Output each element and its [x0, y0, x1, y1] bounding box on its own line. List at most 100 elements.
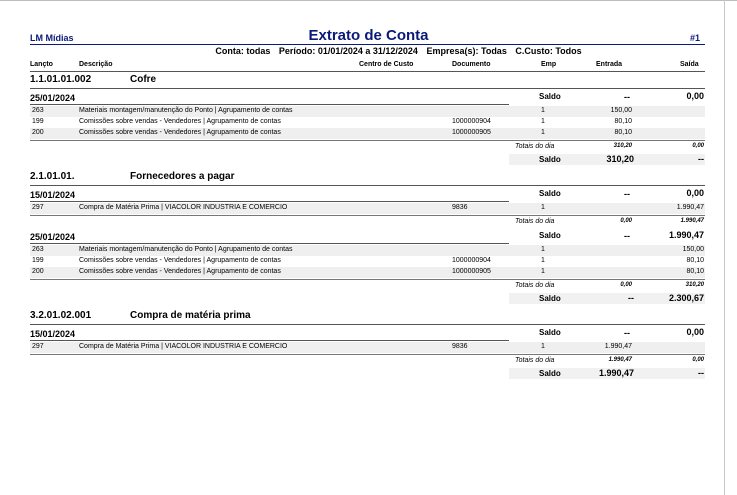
saldo-label: Saldo [539, 231, 561, 240]
saldo-final-label: Saldo [539, 155, 561, 164]
totals-divider [30, 215, 705, 216]
totals-divider [30, 354, 705, 355]
descricao-cell: Comissões sobre vendas - Vendedores | Ag… [79, 118, 281, 125]
filter-empresa: Empresa(s): Todas [426, 46, 507, 56]
table-row: 200 Comissões sobre vendas - Vendedores |… [30, 128, 705, 139]
table-row: 297 Compra de Matéria Prima | VIACOLOR IN… [30, 203, 705, 214]
account-divider [30, 88, 705, 89]
report-page: LM Mídias Extrato de Conta #1 Conta: tod… [0, 0, 737, 495]
emp-cell: 1 [541, 246, 545, 253]
account-code: 1.1.01.01.002 [30, 74, 92, 85]
emp-cell: 1 [541, 118, 545, 125]
column-header-divider [30, 71, 705, 72]
entry-date: 15/01/2024 [30, 190, 76, 200]
totais-label: Totais do dia [515, 357, 555, 364]
saldo-final-entrada: 310,20 [606, 154, 634, 164]
page-number: #1 [690, 33, 701, 43]
filter-summary: Conta: todas Período: 01/01/2024 a 31/12… [0, 46, 737, 56]
documento-cell: 1000000905 [452, 268, 491, 275]
emp-cell: 1 [541, 204, 545, 211]
emp-cell: 1 [541, 257, 545, 264]
date-divider [30, 104, 509, 105]
top-border [0, 0, 737, 1]
entrada-cell: 1.990,47 [604, 343, 632, 350]
saida-cell: 80,10 [686, 257, 704, 264]
saldo-entrada: -- [624, 231, 630, 241]
totais-entrada: 0,00 [620, 282, 632, 288]
table-row: 200 Comissões sobre vendas - Vendedores |… [30, 267, 705, 278]
documento-cell: 1000000904 [452, 257, 491, 264]
date-divider [30, 340, 509, 341]
account-name: Cofre [130, 74, 157, 85]
saldo-label: Saldo [539, 92, 561, 101]
header-divider [30, 44, 705, 45]
entry-date: 25/01/2024 [30, 93, 76, 103]
saldo-entrada: -- [624, 328, 630, 338]
saldo-final-saida: -- [698, 154, 704, 164]
col-documento: Documento [452, 61, 491, 68]
saldo-saida: 1.990,47 [668, 230, 704, 240]
col-descricao: Descrição [79, 61, 113, 68]
saldo-final-entrada: -- [628, 293, 634, 303]
entrada-cell: 80,10 [614, 129, 632, 136]
filter-ccusto: C.Custo: Todos [515, 46, 582, 56]
totals-divider [30, 279, 705, 280]
documento-cell: 1000000905 [452, 129, 491, 136]
lancto-cell: 199 [32, 257, 44, 264]
lancto-cell: 297 [32, 343, 44, 350]
saida-cell: 80,10 [686, 268, 704, 275]
saldo-saida: 0,00 [686, 91, 704, 101]
saldo-entrada: -- [624, 189, 630, 199]
totais-saida: 0,00 [692, 357, 704, 363]
table-row: 263 Materiais montagem/manutenção do Pont… [30, 106, 705, 117]
totais-entrada: 0,00 [620, 218, 632, 224]
totais-label: Totais do dia [515, 143, 555, 150]
col-lancto: Lançto [30, 61, 53, 68]
totais-entrada: 310,20 [613, 143, 632, 149]
emp-cell: 1 [541, 343, 545, 350]
saldo-final-saida: -- [698, 368, 704, 378]
filter-conta: Conta: todas [215, 46, 271, 56]
table-row: 297 Compra de Matéria Prima | VIACOLOR IN… [30, 342, 705, 353]
col-saida: Saída [680, 61, 699, 68]
documento-cell: 9836 [452, 343, 468, 350]
saida-cell: 1.990,47 [676, 204, 704, 211]
entrada-cell: 80,10 [614, 118, 632, 125]
saldo-label: Saldo [539, 328, 561, 337]
totals-divider [30, 140, 705, 141]
saida-cell: 150,00 [682, 246, 704, 253]
table-row: 199 Comissões sobre vendas - Vendedores |… [30, 117, 705, 128]
report-title: Extrato de Conta [308, 27, 429, 44]
date-divider [30, 201, 509, 202]
saldo-saida: 0,00 [686, 188, 704, 198]
emp-cell: 1 [541, 268, 545, 275]
documento-cell: 1000000904 [452, 118, 491, 125]
totais-saida: 1.990,47 [680, 218, 704, 224]
account-name: Fornecedores a pagar [130, 171, 235, 182]
emp-cell: 1 [541, 107, 545, 114]
filter-periodo: Período: 01/01/2024 a 31/12/2024 [278, 46, 418, 56]
lancto-cell: 263 [32, 246, 44, 253]
account-name: Compra de matéria prima [130, 310, 251, 321]
lancto-cell: 263 [32, 107, 44, 114]
totais-entrada: 1.990,47 [608, 357, 632, 363]
col-entrada: Entrada [596, 61, 623, 68]
table-row: 263 Materiais montagem/manutenção do Pont… [30, 245, 705, 256]
descricao-cell: Compra de Matéria Prima | VIACOLOR INDUS… [79, 204, 288, 211]
lancto-cell: 200 [32, 268, 44, 275]
lancto-cell: 200 [32, 129, 44, 136]
saldo-label: Saldo [539, 189, 561, 198]
account-divider [30, 324, 705, 325]
totais-saida: 0,00 [692, 143, 704, 149]
entry-date: 15/01/2024 [30, 329, 76, 339]
totais-label: Totais do dia [515, 218, 555, 225]
saldo-entrada: -- [624, 92, 630, 102]
table-row: 199 Comissões sobre vendas - Vendedores |… [30, 256, 705, 267]
emp-cell: 1 [541, 129, 545, 136]
account-code: 3.2.01.02.001 [30, 310, 92, 321]
descricao-cell: Materiais montagem/manutenção do Ponto |… [79, 107, 293, 114]
col-centro-custo: Centro de Custo [359, 61, 414, 68]
saldo-final-label: Saldo [539, 369, 561, 378]
entry-date: 25/01/2024 [30, 232, 76, 242]
lancto-cell: 297 [32, 204, 44, 211]
